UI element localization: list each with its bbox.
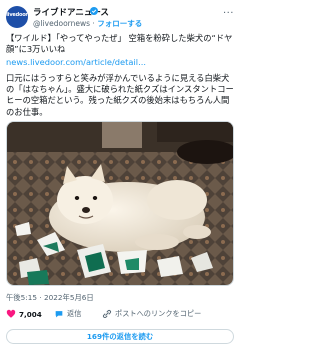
tweet-title: 【ワイルド】「やってやったぜ」 空箱を粉砕した柴犬の“ドヤ顔”に3万いいね	[6, 33, 233, 54]
reply-icon	[55, 311, 63, 318]
handle[interactable]: @livedoornews	[33, 19, 90, 28]
reply-action[interactable]: 返信	[54, 309, 81, 319]
like-count: 7,004	[19, 309, 42, 319]
read-replies-button[interactable]: 169件の返信を読む	[6, 329, 234, 344]
meta-separator: ·	[39, 293, 42, 302]
tweet-meta: 午後5:15 · 2022年5月6日	[6, 293, 94, 303]
avatar-logo-text: livedoor	[6, 12, 28, 18]
tweet-time[interactable]: 午後5:15	[6, 293, 37, 302]
like-action[interactable]: 7,004	[6, 309, 42, 319]
verified-badge-icon	[90, 7, 98, 15]
tweet-header: livedoor ライブドアニュース @livedoornews · フォローす…	[6, 4, 234, 30]
follow-button[interactable]: フォローする	[97, 19, 142, 28]
reply-label: 返信	[67, 309, 82, 318]
tweet-date[interactable]: 2022年5月6日	[44, 293, 94, 302]
more-options-icon[interactable]: ···	[223, 8, 234, 19]
separator: ·	[92, 19, 95, 28]
link-icon	[103, 310, 111, 318]
photo-illustration	[7, 122, 233, 285]
tweet-photo[interactable]	[6, 121, 234, 286]
tweet-body: 口元にはうっすらと笑みが浮かんでいるように見える白柴犬の「はなちゃん」。盛大に破…	[6, 73, 234, 117]
action-bar: 7,004 返信 ポストへのリンクをコピー	[6, 309, 234, 323]
article-link[interactable]: news.livedoor.com/article/detail...	[6, 57, 146, 67]
copy-link-action[interactable]: ポストへのリンクをコピー	[102, 309, 201, 319]
handle-row: @livedoornews · フォローする	[33, 18, 142, 29]
heart-icon	[6, 309, 16, 318]
copy-link-label: ポストへのリンクをコピー	[115, 309, 202, 318]
avatar[interactable]: livedoor	[6, 6, 28, 28]
